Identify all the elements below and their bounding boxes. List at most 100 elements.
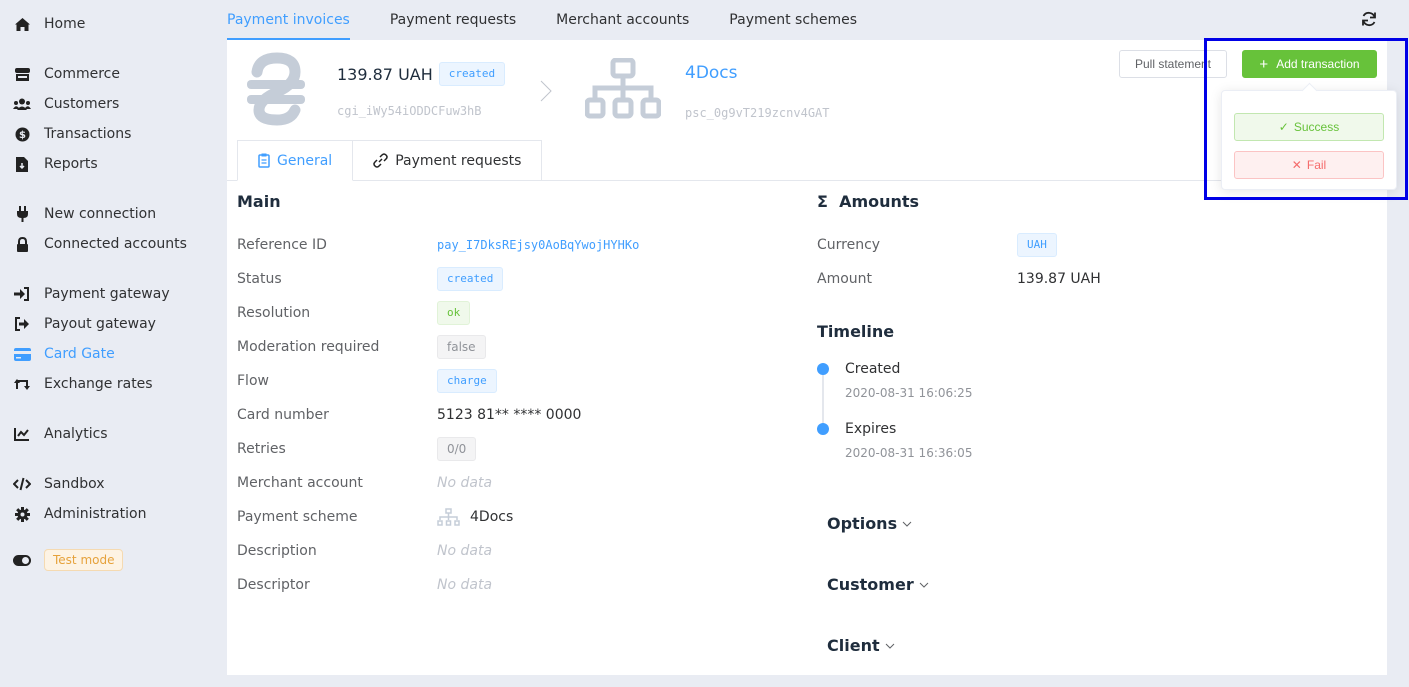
options-collapse[interactable]: Options bbox=[827, 514, 912, 533]
collapse-title: Customer bbox=[827, 575, 914, 594]
descriptor-value: No data bbox=[437, 577, 493, 593]
sidebar-item-label: New connection bbox=[44, 206, 157, 222]
invoice-amount: 139.87 UAH created bbox=[337, 62, 506, 86]
pull-statement-label: Pull statement bbox=[1134, 57, 1212, 71]
sidebar-item-sandbox[interactable]: Sandbox bbox=[12, 472, 105, 496]
amount-value: 139.87 UAH bbox=[1017, 271, 1101, 287]
field-label: Retries bbox=[237, 441, 286, 457]
top-tabs: Payment invoices Payment requests Mercha… bbox=[227, 0, 897, 40]
field-label: Description bbox=[237, 543, 317, 559]
reference-id-link[interactable]: pay_I7DksREjsy0AoBqYwojHYHKo bbox=[437, 238, 639, 252]
sidebar-item-new-connection[interactable]: New connection bbox=[12, 202, 156, 226]
close-icon: ✕ bbox=[1291, 158, 1302, 172]
add-transaction-button[interactable]: + Add transaction bbox=[1242, 50, 1377, 78]
tab-general[interactable]: General bbox=[237, 140, 354, 181]
store-icon bbox=[12, 66, 32, 82]
sigma-icon: Σ bbox=[817, 192, 828, 211]
timeline-title: Timeline bbox=[817, 322, 895, 341]
timeline-event-title: Expires bbox=[845, 421, 897, 437]
tab-payment-invoices[interactable]: Payment invoices bbox=[227, 0, 350, 40]
gear-icon bbox=[12, 506, 32, 522]
timeline-dot bbox=[817, 363, 829, 375]
field-label: Payment scheme bbox=[237, 509, 358, 525]
tab-payment-requests-detail[interactable]: Payment requests bbox=[353, 140, 543, 181]
add-transaction-popover: ✓ Success ✕ Fail bbox=[1221, 90, 1397, 190]
exchange-icon bbox=[12, 376, 32, 392]
sidebar-item-customers[interactable]: Customers bbox=[12, 92, 119, 116]
clipboard-icon bbox=[258, 153, 270, 168]
currency-label: Currency bbox=[817, 237, 881, 253]
scheme-id: psc_0g9vT219zcnv4GAT bbox=[685, 106, 830, 120]
retries-badge: 0/0 bbox=[437, 437, 477, 461]
sidebar-item-exchange-rates[interactable]: Exchange rates bbox=[12, 372, 153, 396]
plug-icon bbox=[12, 206, 32, 222]
field-label: Status bbox=[237, 271, 282, 287]
collapse-title: Client bbox=[827, 636, 880, 655]
merchant-account-value: No data bbox=[437, 475, 493, 491]
client-collapse[interactable]: Client bbox=[827, 636, 895, 655]
invoice-id: cgi_iWy54iODDCFuw3hB bbox=[337, 104, 482, 118]
success-button[interactable]: ✓ Success bbox=[1234, 113, 1384, 141]
main-section-title: Main bbox=[237, 192, 281, 211]
fail-label: Fail bbox=[1306, 158, 1327, 172]
flow-badge: charge bbox=[437, 369, 497, 393]
test-mode-badge: Test mode bbox=[44, 549, 124, 571]
users-icon bbox=[12, 96, 32, 112]
chevron-down-icon bbox=[902, 521, 912, 527]
amounts-title: Σ Amounts bbox=[817, 192, 919, 211]
timeline-dot bbox=[817, 423, 829, 435]
plus-icon: + bbox=[1259, 55, 1269, 73]
sidebar: Home Commerce Customers $ Transactions R… bbox=[0, 0, 220, 687]
payment-scheme-value[interactable]: 4Docs bbox=[470, 509, 513, 525]
test-mode-toggle[interactable]: Test mode bbox=[12, 548, 124, 572]
dollar-circle-icon: $ bbox=[12, 126, 32, 142]
tab-label: Payment requests bbox=[395, 152, 522, 169]
chevron-down-icon bbox=[919, 582, 929, 588]
status-badge: created bbox=[438, 62, 506, 86]
check-icon: ✓ bbox=[1278, 120, 1289, 134]
sign-in-icon bbox=[12, 286, 32, 302]
lock-icon bbox=[12, 236, 32, 252]
sidebar-item-payment-gateway[interactable]: Payment gateway bbox=[12, 282, 170, 306]
sidebar-item-label: Connected accounts bbox=[44, 236, 187, 252]
sidebar-item-commerce[interactable]: Commerce bbox=[12, 62, 120, 86]
detail-tabs: General Payment requests bbox=[237, 140, 543, 181]
sidebar-item-home[interactable]: Home bbox=[12, 12, 85, 36]
timeline-line bbox=[822, 375, 824, 429]
refresh-icon[interactable] bbox=[1361, 11, 1379, 29]
sign-out-icon bbox=[12, 316, 32, 332]
sidebar-item-connected-accounts[interactable]: Connected accounts bbox=[12, 232, 187, 256]
card-number: 5123 81** **** 0000 bbox=[437, 407, 582, 423]
sidebar-item-payout-gateway[interactable]: Payout gateway bbox=[12, 312, 156, 336]
collapse-title: Options bbox=[827, 514, 898, 533]
link-icon bbox=[373, 153, 388, 168]
tab-payment-requests[interactable]: Payment requests bbox=[390, 0, 516, 40]
amount-text: 139.87 UAH bbox=[337, 64, 433, 84]
sidebar-item-reports[interactable]: Reports bbox=[12, 152, 98, 176]
resolution-badge: ok bbox=[437, 301, 471, 325]
timeline-event-time: 2020-08-31 16:06:25 bbox=[845, 386, 973, 400]
sidebar-item-label: Exchange rates bbox=[44, 376, 153, 392]
currency-badge: UAH bbox=[1017, 233, 1057, 257]
home-icon bbox=[12, 16, 32, 32]
tab-merchant-accounts[interactable]: Merchant accounts bbox=[556, 0, 689, 40]
tab-payment-schemes[interactable]: Payment schemes bbox=[729, 0, 857, 40]
sidebar-item-label: Analytics bbox=[44, 426, 108, 442]
description-value: No data bbox=[437, 543, 493, 559]
moderation-badge: false bbox=[437, 335, 486, 359]
amount-label: Amount bbox=[817, 271, 873, 287]
sidebar-item-transactions[interactable]: $ Transactions bbox=[12, 122, 131, 146]
pull-statement-button[interactable]: Pull statement bbox=[1119, 50, 1227, 78]
chart-line-icon bbox=[12, 426, 32, 442]
sidebar-item-administration[interactable]: Administration bbox=[12, 502, 146, 526]
field-label: Reference ID bbox=[237, 237, 327, 253]
customer-collapse[interactable]: Customer bbox=[827, 575, 929, 594]
sidebar-item-analytics[interactable]: Analytics bbox=[12, 422, 108, 446]
fail-button[interactable]: ✕ Fail bbox=[1234, 151, 1384, 179]
field-label: Card number bbox=[237, 407, 329, 423]
scheme-link[interactable]: 4Docs bbox=[685, 63, 738, 83]
field-label: Moderation required bbox=[237, 339, 380, 355]
sidebar-item-card-gate[interactable]: Card Gate bbox=[12, 342, 115, 366]
sidebar-item-label: Home bbox=[44, 16, 86, 32]
field-label: Merchant account bbox=[237, 475, 363, 491]
